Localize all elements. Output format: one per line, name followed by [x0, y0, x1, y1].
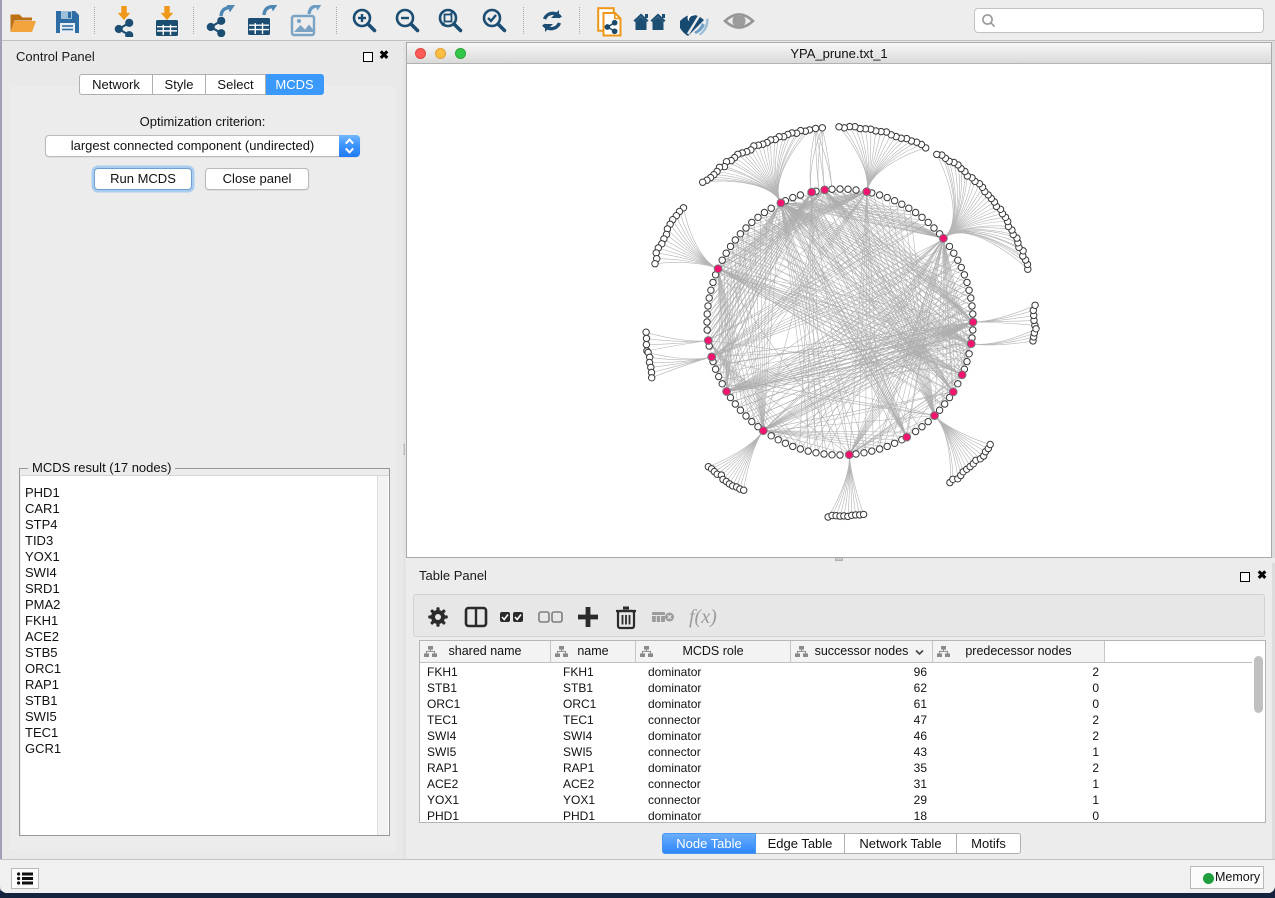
svg-text:f(x): f(x): [689, 606, 717, 628]
